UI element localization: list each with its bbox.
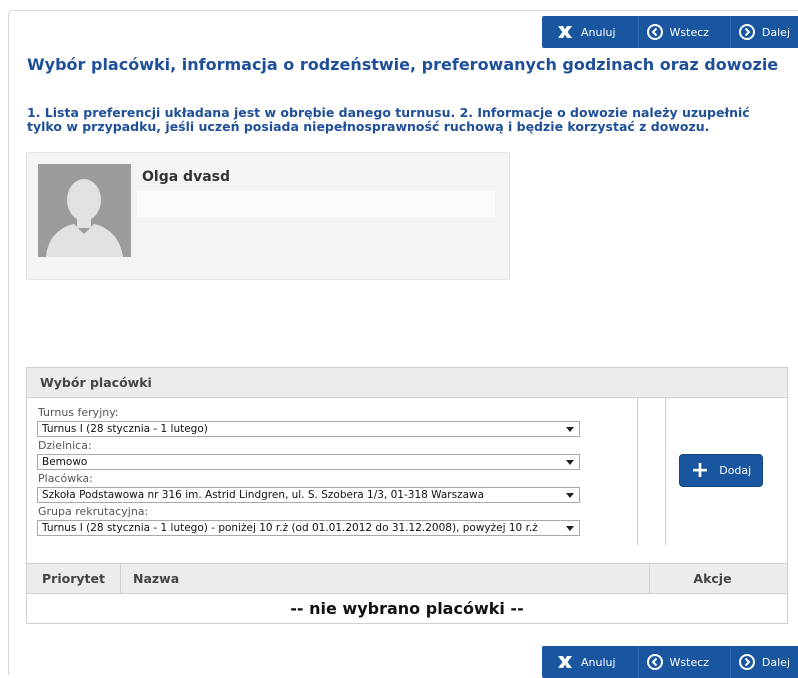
- cancel-label: Anuluj: [581, 25, 616, 39]
- panel-header: Wybór placówki: [27, 368, 787, 398]
- back-label: Wstecz: [669, 25, 710, 39]
- group-label: Grupa rekrutacyjna:: [38, 505, 149, 518]
- cancel-button[interactable]: Anuluj: [542, 16, 639, 48]
- empty-table-row: -- nie wybrano placówki --: [27, 594, 787, 623]
- circle-chevron-right-icon: [738, 654, 755, 670]
- close-icon: [556, 655, 574, 669]
- column-name: Nazwa: [121, 564, 650, 593]
- facility-selection-panel: Wybór placówki Turnus feryjny: Turnus I …: [26, 367, 788, 624]
- selection-form: Turnus feryjny: Turnus I (28 stycznia - …: [27, 398, 638, 545]
- district-select[interactable]: Bemowo: [37, 454, 580, 470]
- cancel-label: Anuluj: [581, 655, 616, 669]
- district-select-value: Bemowo: [42, 456, 88, 468]
- empty-message: -- nie wybrano placówki --: [290, 599, 524, 618]
- facility-select-value: Szkoła Podstawowa nr 316 im. Astrid Lind…: [42, 489, 485, 501]
- person-name: Olga dvasd: [142, 169, 230, 185]
- next-button-bottom[interactable]: Dalej: [731, 646, 798, 678]
- group-select-value: Turnus I (28 stycznia - 1 lutego) - poni…: [42, 522, 538, 534]
- add-button[interactable]: + Dodaj: [679, 454, 763, 487]
- circle-chevron-left-icon: [646, 24, 663, 40]
- info-text: 1. Lista preferencji układana jest w obr…: [27, 106, 777, 134]
- next-label: Dalej: [761, 25, 790, 39]
- circle-chevron-right-icon: [738, 24, 755, 40]
- user-silhouette-icon: [38, 164, 131, 257]
- facility-label: Placówka:: [38, 472, 93, 485]
- turnus-label: Turnus feryjny:: [38, 406, 119, 419]
- close-icon: [556, 25, 574, 39]
- back-button[interactable]: Wstecz: [639, 16, 731, 48]
- table-header: Priorytet Nazwa Akcje: [27, 563, 787, 594]
- top-nav-bar: Anuluj Wstecz Dalej: [542, 16, 798, 48]
- page-title: Wybór placówki, informacja o rodzeństwie…: [27, 55, 779, 74]
- bottom-nav-bar: Anuluj Wstecz Dalej: [542, 646, 798, 678]
- info-line-2: tylko w przypadku, jeśli uczeń posiada n…: [27, 119, 710, 134]
- dropdown-arrow-icon: [566, 526, 574, 531]
- next-button[interactable]: Dalej: [731, 16, 798, 48]
- circle-chevron-left-icon: [646, 654, 663, 670]
- spacer-column: [637, 398, 666, 545]
- column-actions: Akcje: [693, 571, 732, 586]
- info-line-1: 1. Lista preferencji układana jest w obr…: [27, 105, 750, 120]
- cancel-button-bottom[interactable]: Anuluj: [542, 646, 639, 678]
- next-label: Dalej: [761, 655, 790, 669]
- back-label: Wstecz: [669, 655, 710, 669]
- turnus-select-value: Turnus I (28 stycznia - 1 lutego): [42, 423, 208, 435]
- person-card: Olga dvasd: [26, 152, 510, 280]
- dropdown-arrow-icon: [566, 460, 574, 465]
- add-label: Dodaj: [719, 464, 752, 477]
- column-priority: Priorytet: [27, 564, 121, 593]
- plus-icon: +: [690, 457, 710, 483]
- district-label: Dzielnica:: [38, 439, 92, 452]
- dropdown-arrow-icon: [566, 493, 574, 498]
- group-select[interactable]: Turnus I (28 stycznia - 1 lutego) - poni…: [37, 520, 580, 536]
- turnus-select[interactable]: Turnus I (28 stycznia - 1 lutego): [37, 421, 580, 437]
- avatar: [38, 164, 131, 257]
- person-details-area: [137, 191, 495, 217]
- facility-select[interactable]: Szkoła Podstawowa nr 316 im. Astrid Lind…: [37, 487, 580, 503]
- dropdown-arrow-icon: [566, 427, 574, 432]
- back-button-bottom[interactable]: Wstecz: [639, 646, 731, 678]
